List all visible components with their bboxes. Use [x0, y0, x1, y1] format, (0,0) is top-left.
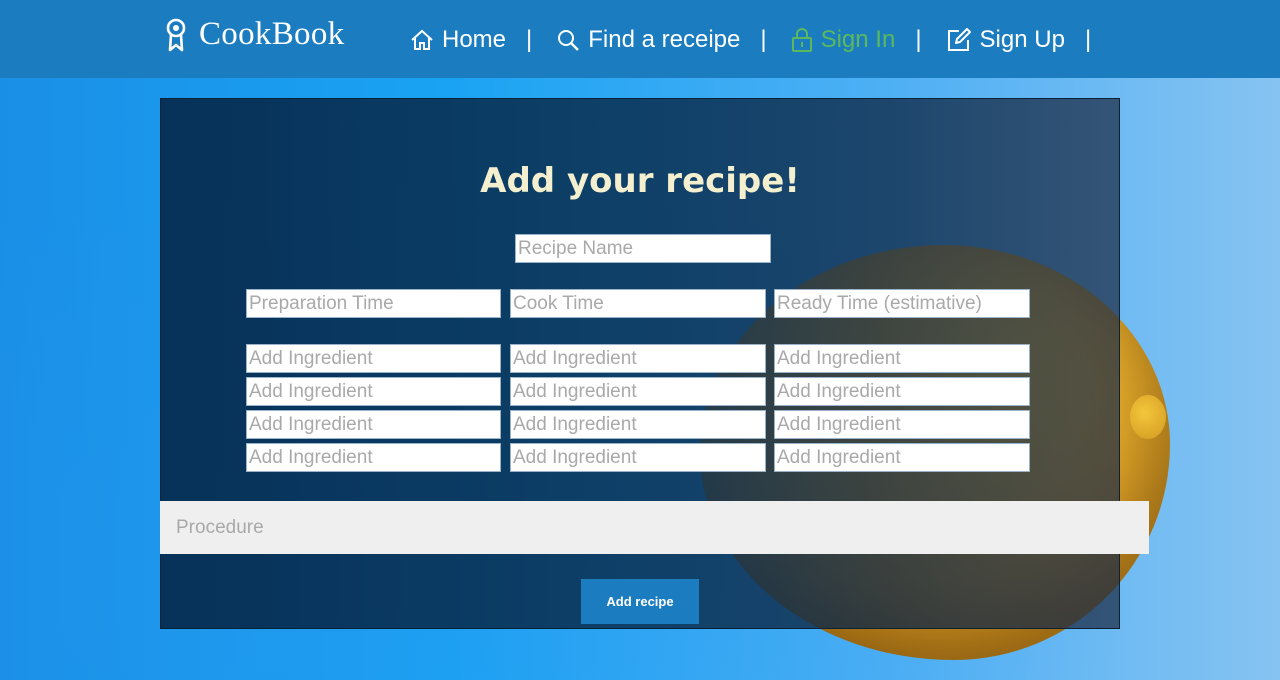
nav-separator: | — [915, 26, 922, 53]
nav-sign-up-label: Sign Up — [979, 26, 1065, 53]
ingredient-input[interactable] — [510, 443, 766, 472]
nav-sign-in-label: Sign In — [820, 26, 896, 53]
ingredient-input[interactable] — [774, 443, 1030, 472]
nav-separator: | — [526, 26, 533, 53]
nav-find-recipe[interactable]: Find a receipe — [556, 26, 740, 54]
ingredient-input[interactable] — [510, 344, 766, 373]
form-title: Add your recipe! — [480, 161, 800, 201]
cook-time-input[interactable] — [510, 289, 766, 318]
ingredient-input[interactable] — [246, 377, 501, 406]
nav-sign-in[interactable]: Sign In — [791, 26, 896, 54]
brand-name: CookBook — [199, 16, 345, 52]
nav-find-recipe-label: Find a receipe — [588, 26, 741, 53]
ingredient-input[interactable] — [774, 410, 1030, 439]
background-lemon-tip — [1130, 395, 1166, 439]
search-icon — [558, 30, 580, 51]
award-ribbon-icon — [166, 18, 186, 51]
preparation-time-input[interactable] — [246, 289, 501, 318]
ingredient-input[interactable] — [246, 410, 501, 439]
ingredient-input[interactable] — [774, 344, 1030, 373]
nav-separator: | — [1084, 26, 1092, 53]
top-navbar: CookBook Home | Find a receipe | Sign In… — [0, 0, 1280, 78]
nav-home-label: Home — [442, 26, 507, 53]
ingredient-input[interactable] — [510, 410, 766, 439]
lock-icon — [791, 28, 812, 52]
ingredient-input[interactable] — [246, 443, 501, 472]
brand[interactable]: CookBook — [165, 16, 344, 53]
home-icon — [411, 29, 433, 50]
nav-separator: | — [760, 26, 767, 53]
ingredient-input[interactable] — [246, 344, 501, 373]
nav-sign-up[interactable]: Sign Up — [946, 26, 1065, 54]
recipe-name-input[interactable] — [515, 234, 771, 263]
ingredient-input[interactable] — [510, 377, 766, 406]
edit-icon — [947, 28, 971, 51]
add-recipe-button[interactable]: Add recipe — [581, 579, 699, 624]
main-nav: Home | Find a receipe | Sign In | Sign U… — [410, 22, 1115, 58]
ready-time-input[interactable] — [774, 289, 1030, 318]
ingredient-input[interactable] — [774, 377, 1030, 406]
procedure-input[interactable] — [160, 501, 1149, 554]
nav-home[interactable]: Home — [410, 26, 506, 54]
